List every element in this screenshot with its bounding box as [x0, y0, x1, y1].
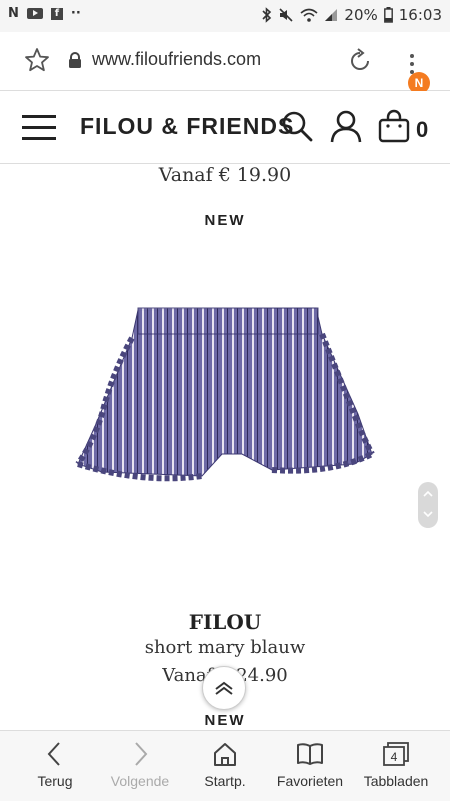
tabs-label: Tabbladen: [363, 773, 429, 789]
chevron-up-icon: [215, 681, 233, 695]
tabs-button[interactable]: 4 Tabbladen: [356, 731, 436, 801]
system-icons: 20% 16:03: [262, 6, 442, 24]
home-button[interactable]: Startp.: [190, 731, 260, 801]
account-icon[interactable]: [330, 109, 362, 143]
chevron-up-icon: [423, 490, 433, 497]
forward-icon: [135, 742, 148, 766]
menu-icon[interactable]: [22, 113, 58, 141]
product-list: Vanaf € 19.90 NEW FILOU short mary blauw…: [0, 164, 450, 730]
url-text[interactable]: www.filoufriends.com: [92, 49, 261, 70]
home-label: Startp.: [204, 773, 246, 789]
battery-percentage: 20%: [344, 6, 378, 24]
reload-icon[interactable]: [346, 47, 374, 75]
site-logo[interactable]: FILOU & FRIENDS: [80, 113, 294, 140]
browser-bottom-toolbar: Terug Volgende Startp. Favorieten 4 Tabb…: [0, 730, 450, 801]
mute-icon: [279, 8, 293, 22]
back-icon: [47, 742, 60, 766]
fast-scroll-handle[interactable]: [418, 482, 438, 528]
facebook-icon: f: [50, 7, 63, 20]
chevron-down-icon: [423, 511, 433, 518]
new-tag: NEW: [204, 212, 246, 229]
scroll-to-top-button[interactable]: [202, 666, 246, 710]
lock-icon: [69, 52, 81, 68]
home-icon: [214, 743, 236, 766]
search-icon[interactable]: [280, 109, 314, 143]
product-brand[interactable]: FILOU: [0, 610, 450, 634]
back-label: Terug: [37, 773, 73, 789]
notification-icons: N f ··: [8, 6, 81, 21]
tabs-icon: 4: [383, 742, 409, 766]
clock: 16:03: [398, 6, 442, 24]
wifi-icon: [300, 8, 318, 22]
back-button[interactable]: Terug: [20, 731, 90, 801]
signal-icon: [325, 9, 338, 21]
new-tag: NEW: [204, 712, 246, 729]
bookmark-star-icon[interactable]: [24, 47, 50, 73]
youtube-icon: [26, 8, 43, 19]
browser-url-bar: www.filoufriends.com N: [0, 32, 450, 94]
forward-label: Volgende: [110, 773, 170, 789]
product-price: Vanaf € 19.90: [158, 164, 292, 186]
battery-icon: [383, 7, 393, 23]
favorites-label: Favorieten: [276, 773, 344, 789]
cart-icon[interactable]: [378, 109, 410, 143]
site-header: FILOU & FRIENDS 0: [0, 91, 450, 164]
more-notifications-icon: ··: [70, 6, 81, 21]
tab-count: 4: [391, 750, 398, 764]
forward-button[interactable]: Volgende: [100, 731, 180, 801]
favorites-button[interactable]: Favorieten: [268, 731, 352, 801]
app-n-icon: N: [8, 6, 19, 21]
cart-count: 0: [416, 117, 429, 142]
product-image[interactable]: [72, 304, 392, 514]
product-name[interactable]: short mary blauw: [0, 637, 450, 658]
bookmark-icon: [297, 743, 323, 765]
status-bar: N f ·· 20% 16:03: [0, 0, 450, 32]
bluetooth-icon: [262, 7, 272, 23]
